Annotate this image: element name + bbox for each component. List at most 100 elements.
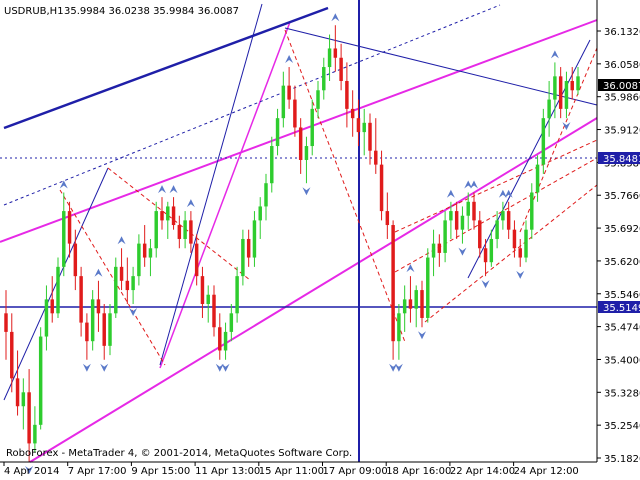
candle-body [229, 313, 234, 332]
candle-body [27, 392, 31, 444]
candle-body [564, 80, 569, 109]
price-tick-label: 35.6200 [604, 257, 640, 268]
price-tick-label: 35.1820 [604, 454, 640, 465]
candle-body [478, 220, 482, 249]
price-tick-label: 35.2540 [604, 421, 640, 432]
price-tick-label: 35.4000 [604, 355, 640, 366]
candle-body [166, 206, 170, 221]
price-tick-label: 35.5460 [604, 290, 640, 301]
candle-body [79, 276, 83, 323]
candle-body [50, 299, 54, 314]
candle-body [385, 211, 390, 226]
candle-body [397, 313, 401, 342]
time-tick-label: 15 Apr 11:00 [259, 466, 324, 477]
candle-body [264, 183, 268, 207]
chart-credit: RoboForex - MetaTrader 4, © 2001-2014, M… [6, 448, 352, 459]
candle-body [85, 322, 89, 342]
candle-body [177, 225, 182, 239]
candle-body [304, 146, 309, 160]
price-tick-label: 35.7660 [604, 191, 640, 202]
candle-body [333, 48, 338, 58]
candle-body [258, 206, 262, 221]
candle-body [235, 276, 239, 314]
candle-body [460, 215, 465, 230]
candle-body [356, 118, 361, 133]
candle-body [426, 257, 430, 318]
time-tick-label: 17 Apr 09:00 [323, 466, 388, 477]
candle-body [160, 211, 164, 221]
price-tick-label: 35.4740 [604, 323, 640, 334]
candle-body [553, 76, 557, 100]
candle-body [119, 266, 124, 281]
candle-body [96, 299, 101, 314]
candle-body [183, 220, 187, 239]
candle-body [212, 294, 216, 328]
candle-body [287, 85, 291, 100]
price-marker-label: 35.5149 [603, 303, 640, 314]
candle-body [38, 336, 43, 425]
candle-body [298, 127, 303, 160]
candle-body [437, 243, 442, 253]
candle-body [524, 229, 528, 258]
candle-body [402, 299, 407, 314]
time-tick-label: 4 Apr 2014 [4, 466, 59, 477]
candle-body [246, 238, 251, 258]
time-tick-label: 22 Apr 14:00 [450, 466, 515, 477]
candle-body [374, 150, 378, 165]
candle-body [90, 299, 95, 342]
candle-body [339, 57, 343, 81]
candle-body [293, 99, 297, 128]
candle-body [391, 225, 395, 342]
candle-body [206, 294, 210, 305]
candle-body [466, 201, 470, 216]
candle-body [102, 313, 106, 346]
price-tick-label: 35.9120 [604, 126, 640, 137]
candle-body [443, 220, 447, 253]
candle-body [4, 313, 8, 332]
candle-body [154, 211, 158, 249]
candle-body [570, 80, 574, 91]
price-chart: 36.132036.058035.986035.912035.838035.76… [0, 0, 640, 480]
candle-body [541, 118, 546, 165]
candle-body [137, 243, 141, 277]
chart-title: USDRUB,H1 [4, 6, 64, 17]
price-tick-label: 35.6920 [604, 224, 640, 235]
price-tick-label: 35.9860 [604, 93, 640, 104]
candle-body [171, 206, 176, 226]
candle-body [21, 392, 26, 407]
time-tick-label: 24 Apr 12:00 [514, 466, 579, 477]
candle-body [218, 327, 222, 351]
candle-body [414, 290, 418, 309]
candle-body [142, 243, 147, 258]
candle-body [241, 238, 245, 277]
candle-body [310, 108, 314, 147]
candle-body [506, 211, 511, 230]
candle-body [495, 220, 499, 239]
candle-body [547, 99, 551, 119]
candle-body [472, 201, 476, 221]
time-tick-label: 9 Apr 15:00 [131, 466, 190, 477]
chart-background [0, 0, 640, 480]
candle-body [558, 76, 563, 109]
candle-body [530, 192, 534, 230]
candle-body [189, 220, 193, 244]
candle-body [449, 211, 453, 221]
time-tick-label: 11 Apr 13:00 [195, 466, 260, 477]
candle-body [518, 248, 522, 258]
candle-body [131, 276, 135, 291]
candle-body [327, 48, 332, 68]
candle-body [33, 424, 37, 444]
candle-body [281, 85, 286, 119]
candle-body [501, 211, 505, 221]
price-tick-label: 36.1320 [604, 27, 640, 38]
candle-body [483, 248, 488, 263]
candle-body [108, 313, 112, 346]
price-tick-label: 35.3280 [604, 388, 640, 399]
time-tick-label: 18 Apr 16:00 [386, 466, 451, 477]
candle-body [67, 211, 72, 244]
candle-body [148, 248, 153, 258]
candle-body [345, 80, 349, 109]
candle-body [322, 67, 326, 91]
candle-body [125, 280, 130, 291]
candle-body [454, 211, 459, 230]
